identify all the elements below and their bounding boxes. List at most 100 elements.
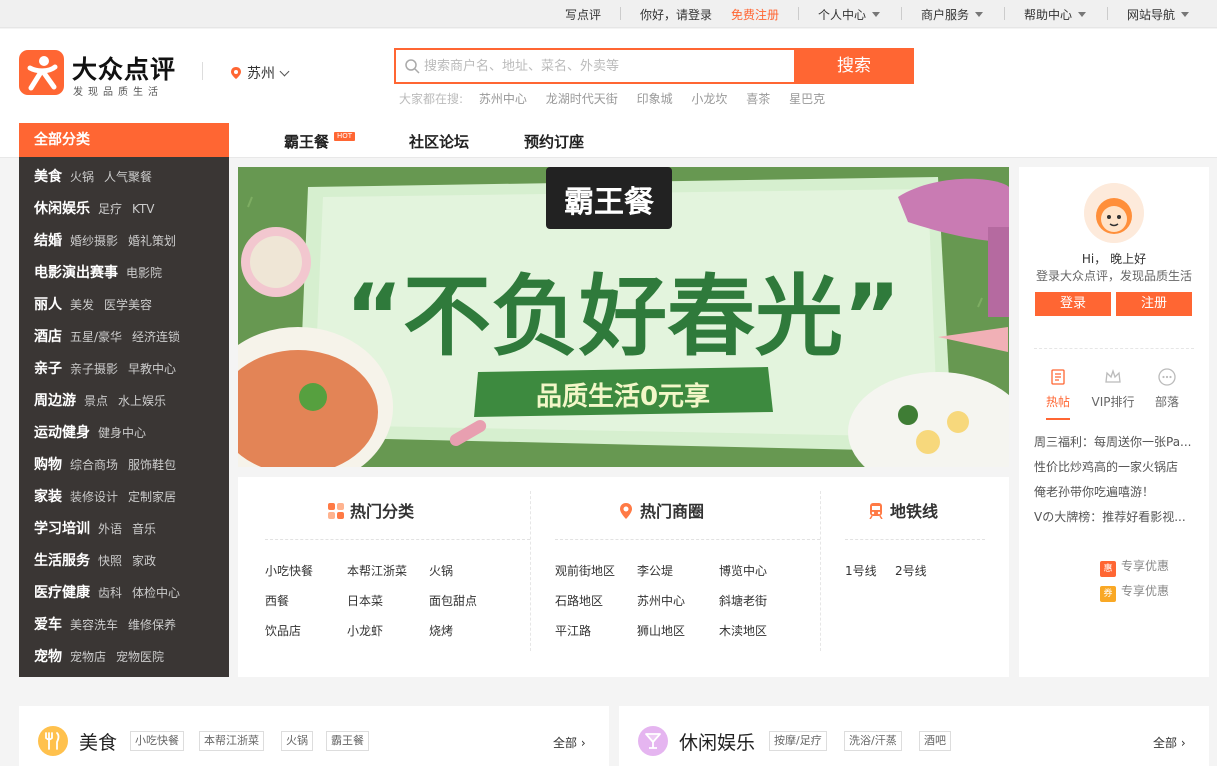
sidebar-sub-link[interactable]: 亲子摄影 <box>70 362 118 376</box>
sidebar-main-label[interactable]: 学习培训 <box>34 521 90 537</box>
nav-bawangcan[interactable]: 霸王餐 <box>284 131 329 152</box>
category-link[interactable]: 面包甜点 <box>429 592 477 609</box>
news-item[interactable]: 俺老孙带你吃遍嘻游！ <box>1034 483 1199 500</box>
category-link[interactable]: 本帮江浙菜 <box>347 562 407 579</box>
category-link[interactable]: 小吃快餐 <box>265 562 313 579</box>
sidebar-sub-link[interactable]: 服饰鞋包 <box>128 458 176 472</box>
hot-search-link[interactable]: 星巴克 <box>789 92 825 106</box>
sidebar-sub-link[interactable]: 火锅 <box>70 170 94 184</box>
district-link[interactable]: 石路地区 <box>555 592 603 609</box>
sidebar-main-label[interactable]: 购物 <box>34 457 62 473</box>
sidebar-sub-link[interactable]: 经济连锁 <box>132 330 180 344</box>
exclusive-offer-link[interactable]: 券专享优惠 <box>1100 582 1169 602</box>
sidebar-item-shopping[interactable]: 购物 综合商场 服饰鞋包 <box>34 449 186 481</box>
food-tag[interactable]: 本帮江浙菜 <box>199 731 264 751</box>
food-tag[interactable]: 火锅 <box>281 731 313 751</box>
leisure-section-title[interactable]: 休闲娱乐 <box>679 728 755 755</box>
sidebar-item-life-services[interactable]: 生活服务 快照 家政 <box>34 545 166 577</box>
news-item[interactable]: Vの大牌榜：推荐好看影视... <box>1034 508 1199 525</box>
news-item[interactable]: 周三福利：每周送你一张Pa... <box>1034 433 1199 450</box>
leisure-view-all-link[interactable]: 全部 › <box>1153 734 1186 751</box>
hot-search-link[interactable]: 喜茶 <box>746 92 770 106</box>
sidebar-item-car[interactable]: 爱车 美容洗车 维修保养 <box>34 609 186 641</box>
leisure-tag[interactable]: 洗浴/汗蒸 <box>844 731 902 751</box>
hot-search-link[interactable]: 龙湖时代天街 <box>546 92 618 106</box>
leisure-tag[interactable]: 按摩/足疗 <box>769 731 827 751</box>
sidebar-item-family[interactable]: 亲子 亲子摄影 早教中心 <box>34 353 186 385</box>
sidebar-sub-link[interactable]: 人气聚餐 <box>104 170 152 184</box>
nav-reservation[interactable]: 预约订座 <box>524 131 584 152</box>
sidebar-main-label[interactable]: 丽人 <box>34 297 62 313</box>
sidebar-sub-link[interactable]: 电影院 <box>126 266 162 280</box>
district-link[interactable]: 木渎地区 <box>719 622 767 639</box>
sidebar-sub-link[interactable]: 足疗 <box>98 202 122 216</box>
sidebar-item-education[interactable]: 学习培训 外语 音乐 <box>34 513 166 545</box>
sidebar-sub-link[interactable]: 婚礼策划 <box>128 234 176 248</box>
district-link[interactable]: 苏州中心 <box>637 592 685 609</box>
food-tag[interactable]: 小吃快餐 <box>130 731 184 751</box>
district-link[interactable]: 斜塘老街 <box>719 592 767 609</box>
sidebar-main-label[interactable]: 周边游 <box>34 393 76 409</box>
food-tag[interactable]: 霸王餐 <box>326 731 369 751</box>
sidebar-main-label[interactable]: 休闲娱乐 <box>34 201 90 217</box>
district-link[interactable]: 博览中心 <box>719 562 767 579</box>
exclusive-offer-link[interactable]: 惠专享优惠 <box>1100 557 1169 577</box>
category-link[interactable]: 火锅 <box>429 562 453 579</box>
sidebar-main-label[interactable]: 医疗健康 <box>34 585 90 601</box>
sidebar-main-label[interactable]: 结婚 <box>34 233 62 249</box>
login-button[interactable]: 登录 <box>1035 292 1111 316</box>
sidebar-sub-link[interactable]: 美发 <box>70 298 94 312</box>
food-view-all-link[interactable]: 全部 › <box>553 734 586 751</box>
personal-center-menu[interactable]: 个人中心 <box>818 6 881 23</box>
sidebar-item-pets[interactable]: 宠物 宠物店 宠物医院 <box>34 641 174 673</box>
food-section-title[interactable]: 美食 <box>79 728 117 755</box>
sidebar-item-home-decor[interactable]: 家装 装修设计 定制家居 <box>34 481 186 513</box>
district-link[interactable]: 李公堤 <box>637 562 673 579</box>
subway-line-link[interactable]: 1号线 <box>845 562 877 579</box>
sidebar-sub-link[interactable]: 景点 <box>84 394 108 408</box>
sidebar-main-label[interactable]: 生活服务 <box>34 553 90 569</box>
search-button[interactable]: 搜索 <box>794 48 914 84</box>
sidebar-item-health[interactable]: 医疗健康 齿科 体检中心 <box>34 577 190 609</box>
sidebar-sub-link[interactable]: 水上娱乐 <box>118 394 166 408</box>
sidebar-item-movies[interactable]: 电影演出赛事 电影院 <box>34 257 172 289</box>
sidebar-sub-link[interactable]: 定制家居 <box>128 490 176 504</box>
sidebar-main-label[interactable]: 宠物 <box>34 649 62 665</box>
help-center-menu[interactable]: 帮助中心 <box>1024 6 1087 23</box>
leisure-tag[interactable]: 酒吧 <box>919 731 951 751</box>
category-link[interactable]: 日本菜 <box>347 592 383 609</box>
category-link[interactable]: 小龙虾 <box>347 622 383 639</box>
hot-search-link[interactable]: 小龙坎 <box>691 92 727 106</box>
write-review-link[interactable]: 写点评 <box>565 6 601 23</box>
sidebar-item-wedding[interactable]: 结婚 婚纱摄影 婚礼策划 <box>34 225 186 257</box>
sidebar-sub-link[interactable]: 医学美容 <box>104 298 152 312</box>
register-button[interactable]: 注册 <box>1116 292 1192 316</box>
category-link[interactable]: 饮品店 <box>265 622 301 639</box>
all-categories-header[interactable]: 全部分类 <box>19 123 229 157</box>
sidebar-item-hotel[interactable]: 酒店 五星/豪华 经济连锁 <box>34 321 190 353</box>
sidebar-item-fitness[interactable]: 运动健身 健身中心 <box>34 417 156 449</box>
sidebar-sub-link[interactable]: 齿科 <box>98 586 122 600</box>
logo-text[interactable]: 大众点评 <box>72 50 176 86</box>
sidebar-sub-link[interactable]: 宠物医院 <box>116 650 164 664</box>
sidebar-main-label[interactable]: 爱车 <box>34 617 62 633</box>
sidebar-item-leisure[interactable]: 休闲娱乐 足疗 KTV <box>34 193 165 225</box>
sidebar-sub-link[interactable]: 婚纱摄影 <box>70 234 118 248</box>
sidebar-sub-link[interactable]: 体检中心 <box>132 586 180 600</box>
sidebar-sub-link[interactable]: 五星/豪华 <box>70 330 122 344</box>
subway-line-link[interactable]: 2号线 <box>895 562 927 579</box>
sidebar-sub-link[interactable]: 宠物店 <box>70 650 106 664</box>
sidebar-sub-link[interactable]: 健身中心 <box>98 426 146 440</box>
logo-icon[interactable] <box>19 50 64 95</box>
tab-hot-posts[interactable]: 热帖 <box>1028 367 1088 410</box>
district-link[interactable]: 观前街地区 <box>555 562 615 579</box>
news-item[interactable]: 性价比炒鸡高的一家火锅店 <box>1034 458 1199 475</box>
promo-banner[interactable]: 霸王餐 “不负好春光” 品质生活0元享 <box>238 167 1009 467</box>
tab-tribe[interactable]: 部落 <box>1137 367 1197 410</box>
city-selector[interactable]: 苏州 <box>231 63 290 83</box>
sidebar-sub-link[interactable]: 装修设计 <box>70 490 118 504</box>
sidebar-main-label[interactable]: 亲子 <box>34 361 62 377</box>
sidebar-sub-link[interactable]: 快照 <box>98 554 122 568</box>
sidebar-sub-link[interactable]: 综合商场 <box>70 458 118 472</box>
sidebar-main-label[interactable]: 运动健身 <box>34 425 90 441</box>
